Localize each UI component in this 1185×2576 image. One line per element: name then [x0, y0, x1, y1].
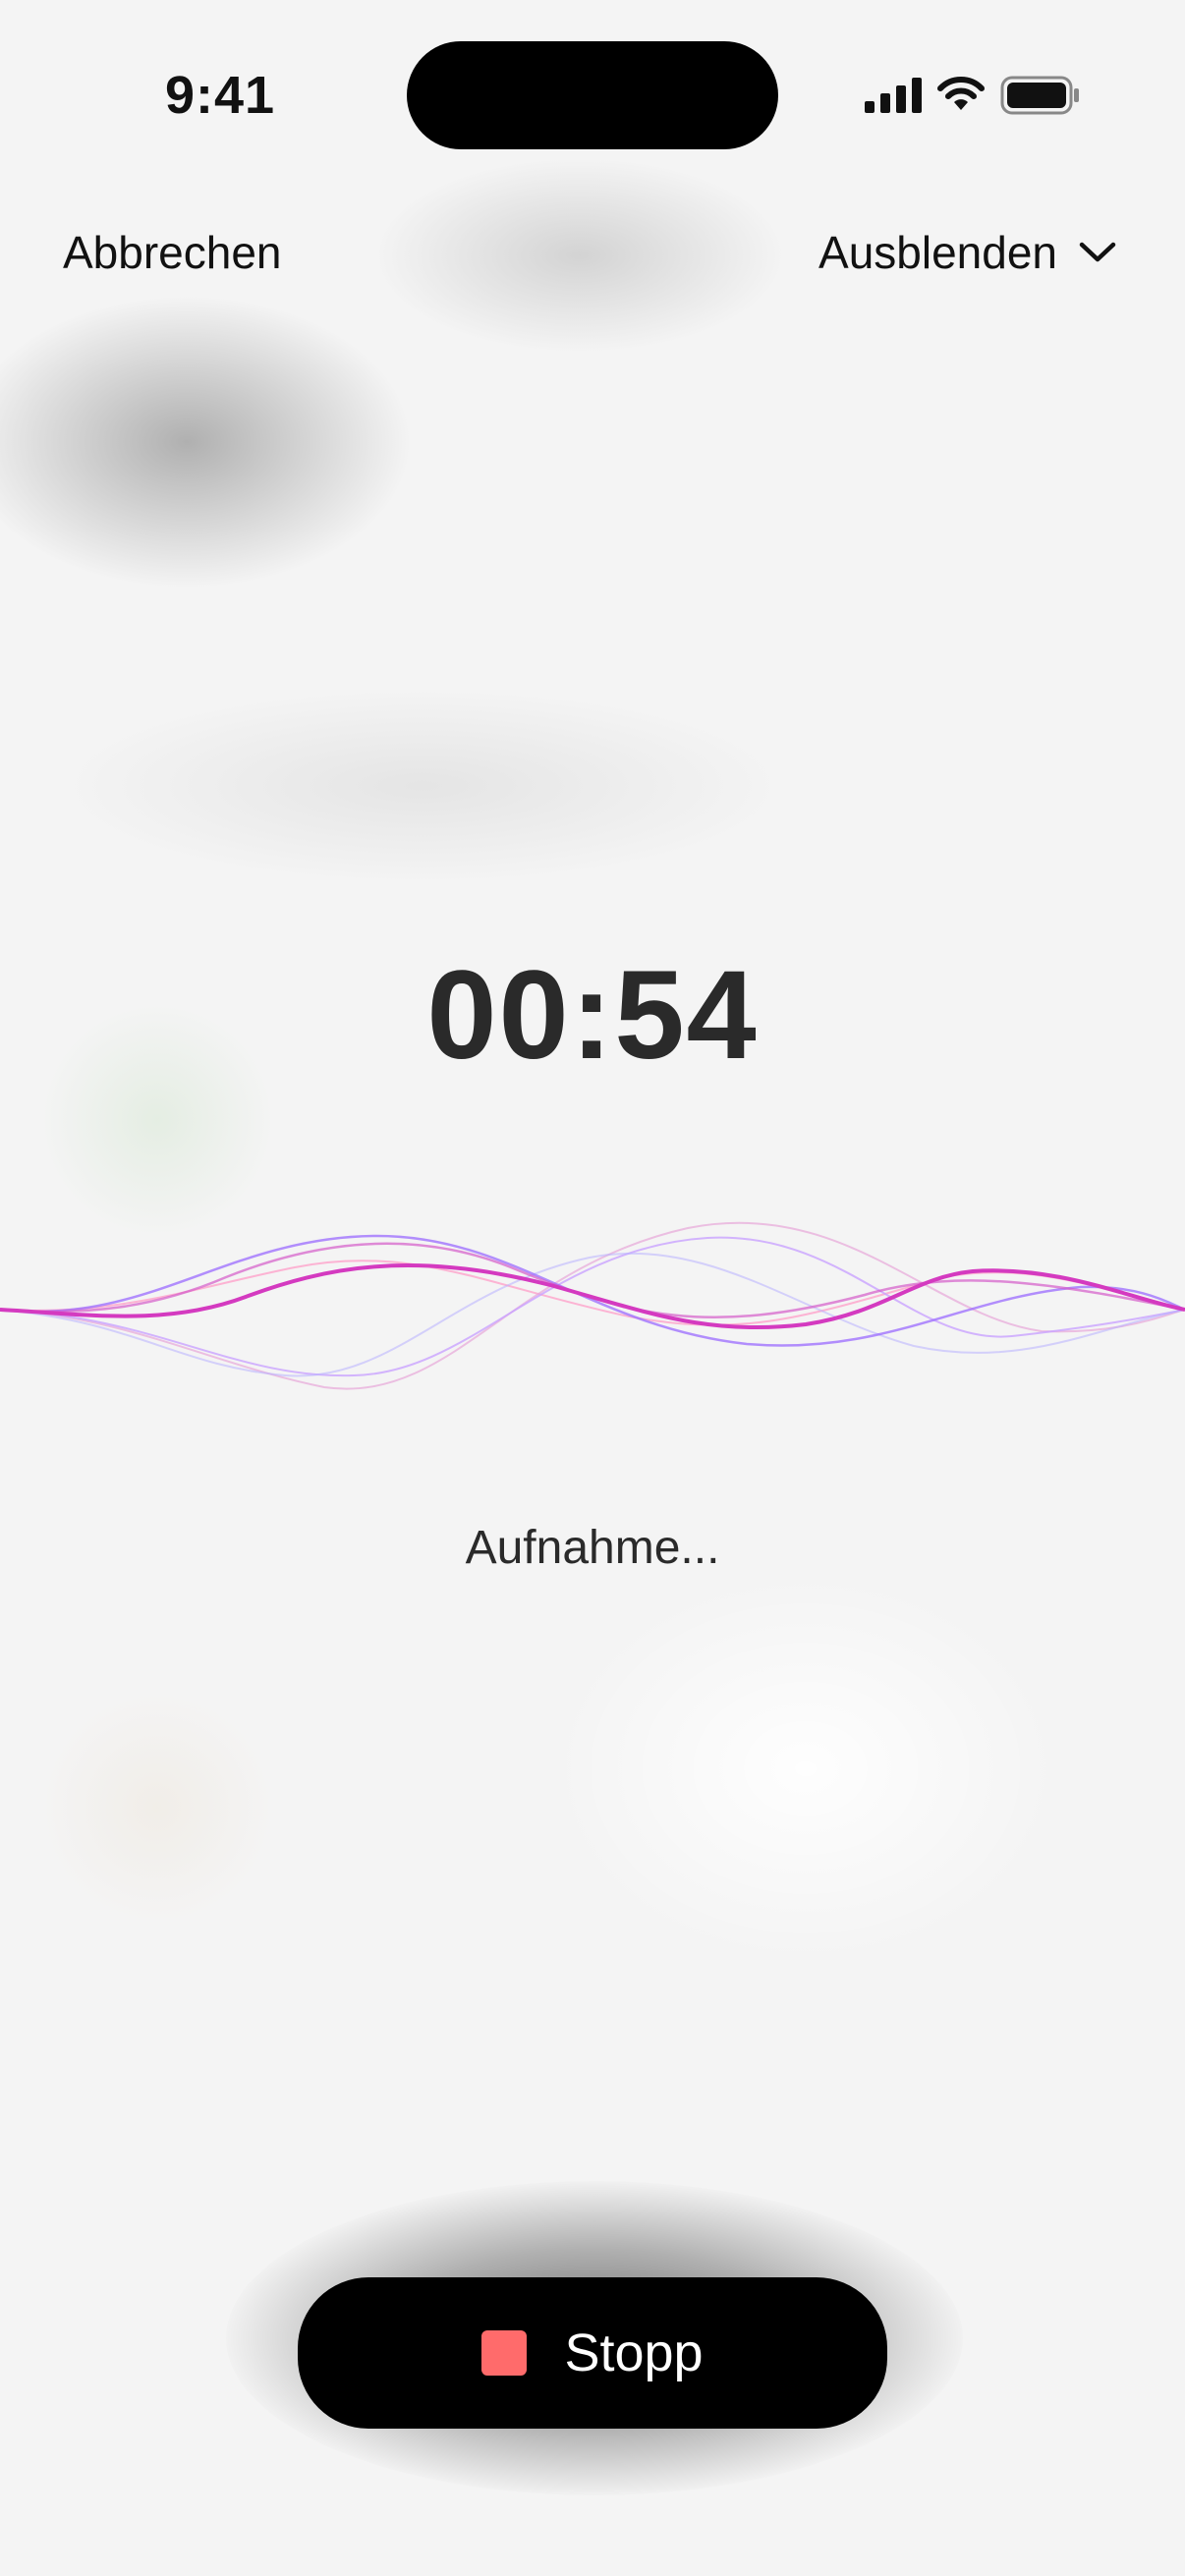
chevron-down-icon — [1079, 242, 1116, 262]
dynamic-island — [407, 41, 778, 149]
battery-icon — [1000, 76, 1079, 115]
waveform-primary-line — [0, 1263, 1185, 1330]
stop-button-label: Stopp — [564, 2324, 704, 2382]
waveform-line — [0, 1234, 1185, 1347]
recording-timer: 00:54 — [426, 945, 759, 1086]
recording-status: Aufnahme... — [465, 1522, 720, 1574]
audio-waveform — [0, 1221, 1185, 1390]
cancel-button[interactable]: Abbrechen — [63, 226, 282, 279]
status-time: 9:41 — [165, 66, 276, 125]
background-blur-shape — [0, 295, 413, 589]
top-navigation: Abbrechen Ausblenden — [0, 216, 1185, 295]
hide-button[interactable]: Ausblenden — [818, 226, 1116, 279]
stop-button[interactable]: Stopp — [298, 2277, 887, 2429]
cellular-signal-icon — [865, 78, 922, 113]
waveform-line — [0, 1221, 1185, 1390]
stop-square-icon — [481, 2330, 528, 2376]
background-blur-shape — [550, 1572, 1061, 1965]
waveform-line — [0, 1236, 1185, 1377]
background-blur-shape — [59, 688, 786, 884]
hide-button-label: Ausblenden — [818, 227, 1057, 278]
waveform-line — [0, 1242, 1185, 1318]
background-blur-shape — [39, 1690, 275, 1926]
status-icons — [865, 73, 1081, 118]
wifi-icon — [937, 77, 985, 110]
status-bar: 9:41 — [0, 0, 1185, 187]
